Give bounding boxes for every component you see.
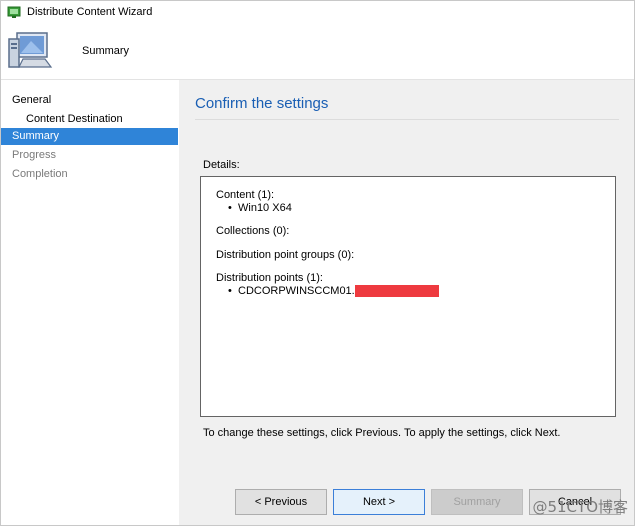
heading-divider xyxy=(195,119,619,120)
step-summary[interactable]: Summary xyxy=(1,128,178,145)
dp-section: Distribution points (1): • CDCORPWINSCCM… xyxy=(216,272,600,297)
collections-heading: Collections (0): xyxy=(216,225,290,237)
step-general[interactable]: General xyxy=(1,92,178,109)
summary-page: Confirm the settings Details: Content (1… xyxy=(179,79,634,473)
dp-groups-section: Distribution point groups (0): xyxy=(216,249,600,262)
wizard-window: Distribute Content Wizard Summary Genera… xyxy=(0,0,635,526)
summary-button: Summary xyxy=(431,489,523,515)
instruction-text: To change these settings, click Previous… xyxy=(203,427,561,439)
dp-groups-heading: Distribution point groups (0): xyxy=(216,248,355,261)
collections-section: Collections (0): xyxy=(216,225,600,238)
step-progress: Progress xyxy=(12,149,57,161)
previous-button[interactable]: < Previous xyxy=(235,489,327,515)
content-section: Content (1): • Win10 X64 xyxy=(216,189,600,214)
content-item: • Win10 X64 xyxy=(216,202,600,215)
watermark-text: @51CTO博客 xyxy=(532,498,628,516)
wizard-app-icon xyxy=(7,5,21,19)
header-title: Summary xyxy=(82,45,130,57)
dp-item-label: CDCORPWINSCCM01. xyxy=(238,284,355,297)
dp-item: • CDCORPWINSCCM01. xyxy=(216,285,600,298)
step-completion: Completion xyxy=(12,168,68,180)
window-title: Distribute Content Wizard xyxy=(27,6,153,18)
details-label: Details: xyxy=(203,159,240,171)
wizard-header: Summary xyxy=(1,23,634,79)
bullet-icon: • xyxy=(228,201,232,214)
dp-heading: Distribution points (1): xyxy=(216,272,323,284)
bullet-icon: • xyxy=(228,284,232,297)
step-content-destination[interactable]: Content Destination xyxy=(1,111,178,128)
content-heading: Content (1): xyxy=(216,189,275,201)
computer-icon xyxy=(7,29,55,73)
wizard-step-list: General Content Destination Summary Prog… xyxy=(1,79,179,525)
title-bar: Distribute Content Wizard xyxy=(1,1,634,23)
redaction-bar xyxy=(354,284,439,297)
page-title: Confirm the settings xyxy=(195,95,329,112)
details-textbox[interactable]: Content (1): • Win10 X64 Collections (0)… xyxy=(200,176,616,417)
content-item-label: Win10 X64 xyxy=(238,201,292,214)
next-button[interactable]: Next > xyxy=(333,489,425,515)
